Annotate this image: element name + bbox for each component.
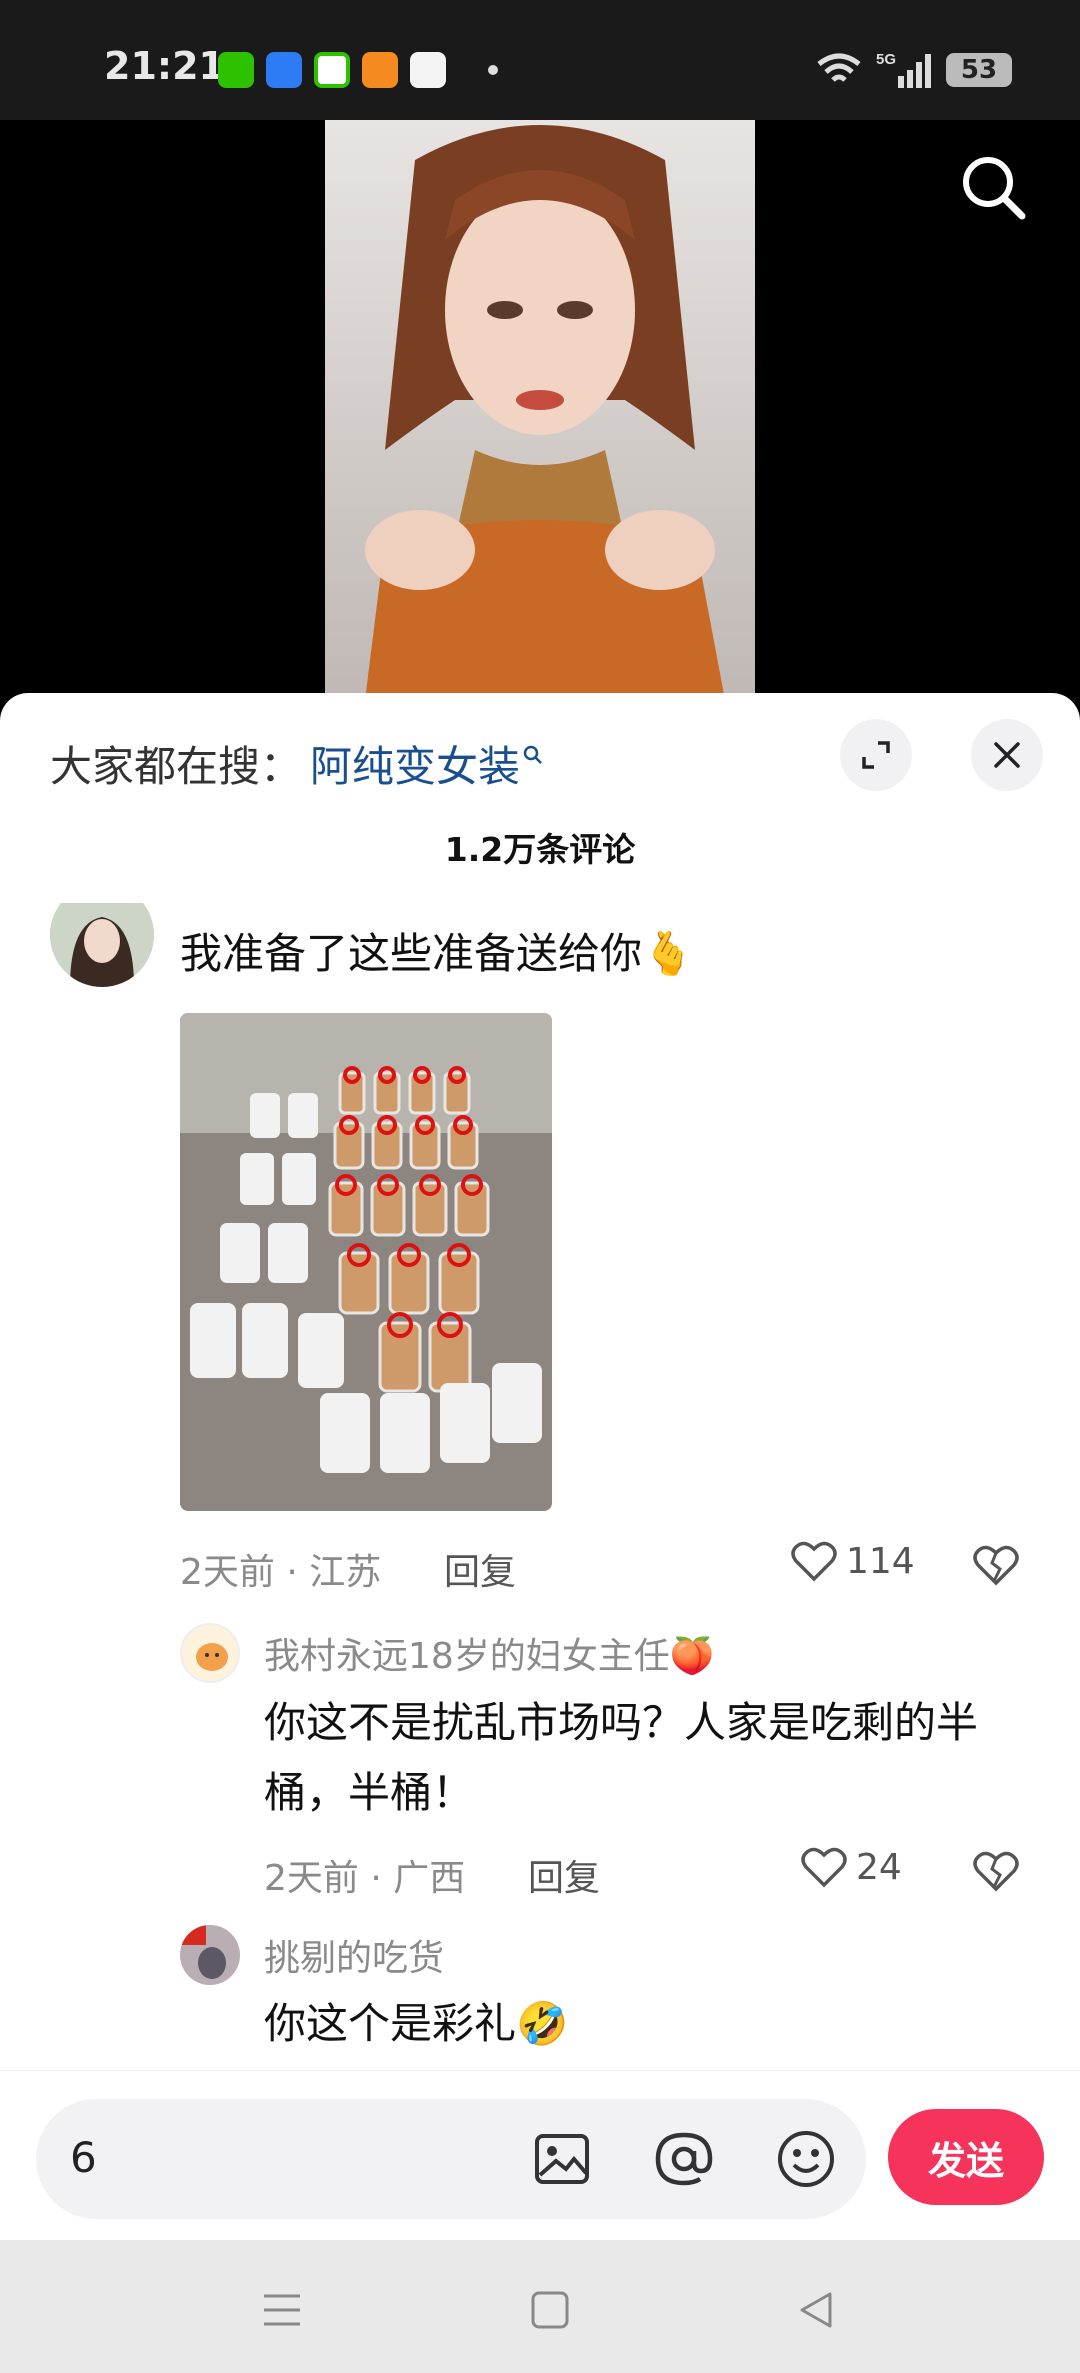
- like-count: 24: [856, 1846, 902, 1888]
- like-button[interactable]: 24: [800, 1845, 902, 1889]
- shield-icon: [314, 52, 350, 88]
- feishu-icon: [266, 52, 302, 88]
- comment-text: 我准备了这些准备送给你🫰: [180, 929, 695, 978]
- search-icon: [963, 157, 1026, 220]
- wifi-icon: [817, 53, 861, 82]
- home-icon: [531, 2291, 569, 2329]
- broken-heart-icon: [973, 1545, 1019, 1586]
- more-notifications-icon: [488, 65, 498, 75]
- bottles-photo: [180, 1013, 552, 1511]
- avatar[interactable]: [180, 1623, 240, 1683]
- gallery-icon: [410, 52, 446, 88]
- comment-text: 你这不是扰乱市场吗？人家是吃剩的半桶，半桶！: [264, 1698, 979, 1817]
- emoji-button[interactable]: [772, 2125, 840, 2193]
- trending-prefix: 大家都在搜：: [50, 742, 303, 791]
- comment-input-bar: 6 发送: [0, 2070, 1080, 2240]
- mention-button[interactable]: [650, 2125, 718, 2193]
- status-bar: 21:21 5G 53: [0, 0, 1080, 120]
- comment-text: 你这个是彩礼🤣: [264, 1999, 569, 2048]
- comment-username[interactable]: 我村永远18岁的妇女主任🍑: [264, 1627, 715, 1679]
- avatar[interactable]: [180, 1925, 240, 1985]
- comment-time-location: 2天前 · 广西: [264, 1858, 466, 1899]
- notes-icon: [362, 52, 398, 88]
- heart-icon: [791, 1541, 837, 1582]
- at-icon: [655, 2132, 713, 2186]
- heart-icon: [801, 1847, 847, 1888]
- comment-time-location: 2天前 · 江苏: [180, 1552, 382, 1593]
- back-icon: [800, 2292, 832, 2328]
- reply-button[interactable]: 回复: [528, 1849, 600, 1901]
- comment-username[interactable]: 挑剔的吃货: [264, 1929, 444, 1981]
- comment-count: 1.2万条评论: [444, 830, 636, 869]
- wechat-icon: [218, 52, 254, 88]
- image-picker-button[interactable]: [528, 2125, 596, 2193]
- search-icon: [523, 745, 542, 764]
- dislike-button[interactable]: [972, 1543, 1020, 1591]
- broken-heart-icon: [973, 1851, 1019, 1892]
- back-button[interactable]: [786, 2280, 846, 2340]
- like-count: 114: [846, 1540, 915, 1582]
- dislike-button[interactable]: [972, 1849, 1020, 1897]
- reply-button[interactable]: 回复: [444, 1543, 516, 1595]
- image-icon: [535, 2134, 589, 2184]
- emoji-icon: [778, 2131, 834, 2187]
- signal-icon: 5G: [876, 51, 931, 88]
- system-nav-bar: [0, 2240, 1080, 2373]
- video-thumbnail: [325, 120, 755, 700]
- portrait-image: [325, 120, 755, 700]
- comment-input[interactable]: 6: [36, 2099, 866, 2219]
- close-icon: [994, 742, 1020, 768]
- expand-icon: [862, 741, 890, 769]
- expand-button[interactable]: [840, 719, 912, 791]
- comment-image[interactable]: [180, 1013, 552, 1511]
- trending-query-link[interactable]: 阿纯变女装: [310, 733, 520, 794]
- status-app-icons: [218, 52, 498, 88]
- status-time: 21:21: [104, 44, 225, 88]
- search-button[interactable]: [956, 150, 1032, 226]
- menu-icon: [264, 2294, 300, 2326]
- close-button[interactable]: [971, 719, 1043, 791]
- comment-panel: 大家都在搜： 阿纯变女装 1.2万条评论 我准备了这些准备送给你🫰 2天前 · …: [0, 693, 1080, 2240]
- status-indicators: 5G 53: [816, 50, 1012, 90]
- video-player[interactable]: [0, 120, 1080, 700]
- network-type: 5G: [876, 51, 896, 68]
- avatar[interactable]: [50, 903, 154, 987]
- battery-indicator: 53: [946, 53, 1012, 87]
- like-button[interactable]: 114: [790, 1539, 915, 1583]
- send-button[interactable]: 发送: [888, 2109, 1044, 2205]
- comment-list[interactable]: 我准备了这些准备送给你🫰 2天前 · 江苏 回复 114 我村永远18岁的妇女主…: [0, 903, 1080, 2072]
- home-button[interactable]: [520, 2280, 580, 2340]
- trending-search[interactable]: 大家都在搜： 阿纯变女装: [50, 733, 544, 794]
- menu-button[interactable]: [252, 2280, 312, 2340]
- comment-input-value[interactable]: 6: [70, 2133, 97, 2182]
